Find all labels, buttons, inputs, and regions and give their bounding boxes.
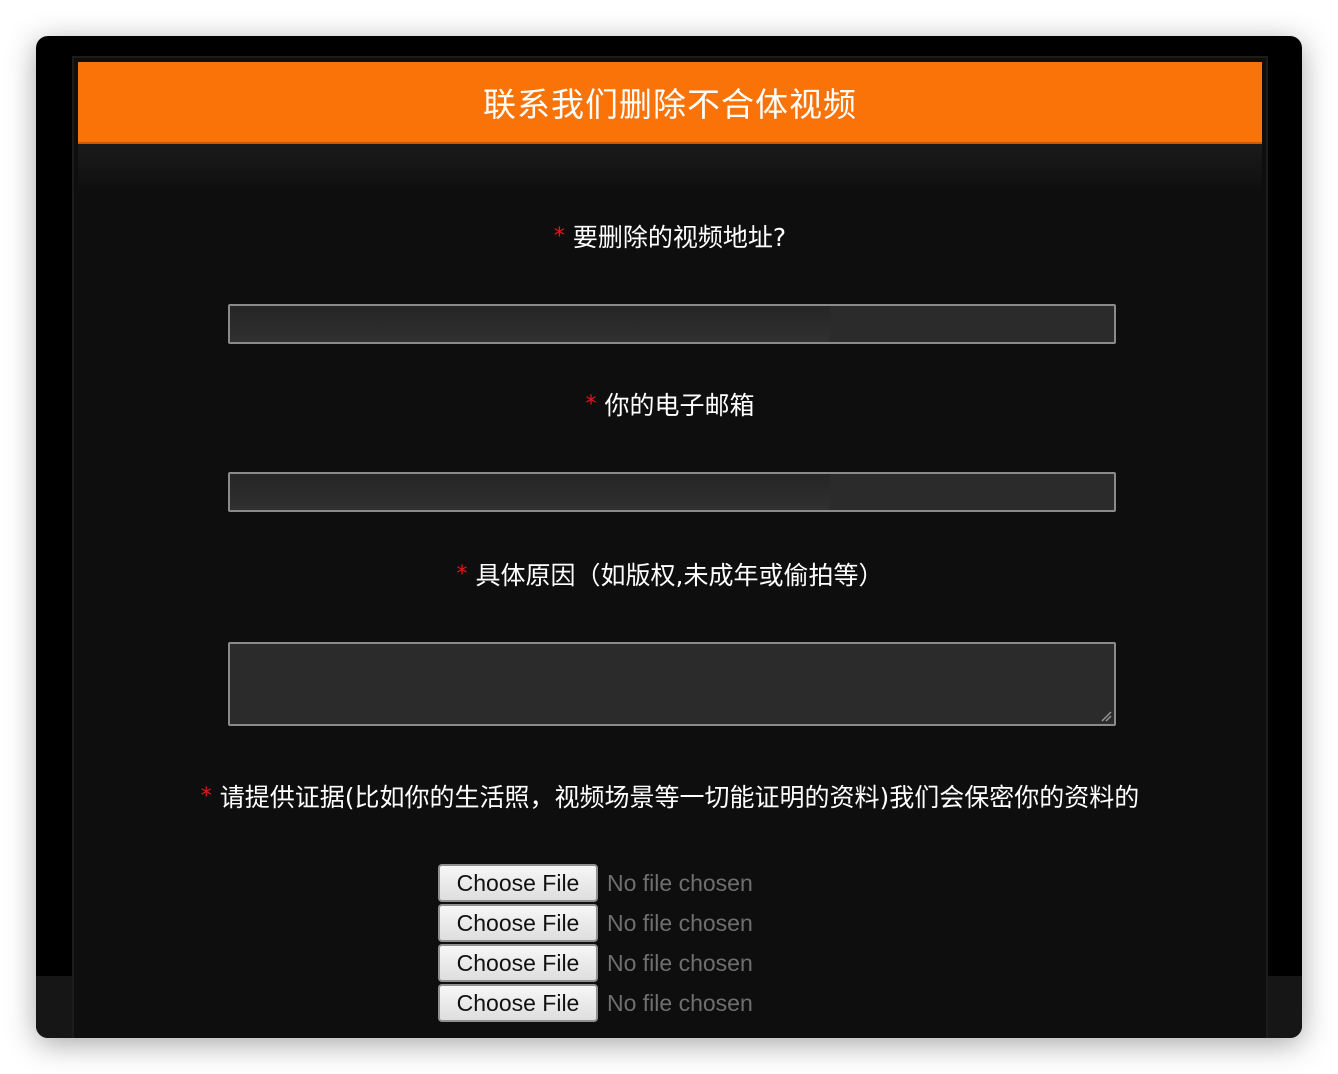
file-input-4: Choose File No file chosen: [438, 984, 753, 1022]
email-label: * 你的电子邮箱: [74, 386, 1266, 422]
file-status: No file chosen: [607, 909, 753, 936]
email-label-text: 你的电子邮箱: [604, 391, 755, 420]
reason-textarea[interactable]: [228, 642, 1116, 726]
modal-header: 联系我们删除不合体视频: [78, 62, 1262, 144]
resize-grip-icon[interactable]: [1100, 710, 1112, 722]
choose-file-button[interactable]: Choose File: [438, 984, 598, 1022]
choose-file-button[interactable]: Choose File: [438, 864, 598, 902]
video-url-label: * 要删除的视频地址?: [74, 218, 1266, 254]
file-input-2: Choose File No file chosen: [438, 904, 753, 942]
input-shade: [230, 306, 830, 342]
choose-file-button[interactable]: Choose File: [438, 944, 598, 982]
required-mark: *: [553, 224, 565, 249]
removal-request-modal: 联系我们删除不合体视频 * 要删除的视频地址? * 你的电子邮箱 * 具体原因（如版权…: [72, 56, 1268, 1038]
required-mark: *: [456, 562, 468, 587]
modal-title: 联系我们删除不合体视频: [483, 85, 857, 124]
video-url-label-text: 要删除的视频地址?: [572, 223, 787, 252]
file-input-3: Choose File No file chosen: [438, 944, 753, 982]
header-shadow: [78, 144, 1262, 194]
required-mark: *: [200, 784, 212, 809]
reason-label: * 具体原因（如版权,未成年或偷拍等）: [74, 556, 1266, 592]
evidence-label: * 请提供证据(比如你的生活照，视频场景等一切能证明的资料)我们会保密你的资料的: [74, 778, 1266, 814]
required-mark: *: [585, 392, 597, 417]
file-input-1: Choose File No file chosen: [438, 864, 753, 902]
reason-label-text: 具体原因（如版权,未成年或偷拍等）: [475, 561, 884, 590]
file-status: No file chosen: [607, 949, 753, 976]
app-window: 联系我们删除不合体视频 * 要删除的视频地址? * 你的电子邮箱 * 具体原因（如版权…: [36, 36, 1302, 1038]
file-status: No file chosen: [607, 989, 753, 1016]
input-shade: [230, 474, 830, 510]
email-input[interactable]: [228, 472, 1116, 512]
video-url-input[interactable]: [228, 304, 1116, 344]
evidence-label-text: 请提供证据(比如你的生活照，视频场景等一切能证明的资料)我们会保密你的资料的: [219, 783, 1140, 812]
file-status: No file chosen: [607, 869, 753, 896]
choose-file-button[interactable]: Choose File: [438, 904, 598, 942]
